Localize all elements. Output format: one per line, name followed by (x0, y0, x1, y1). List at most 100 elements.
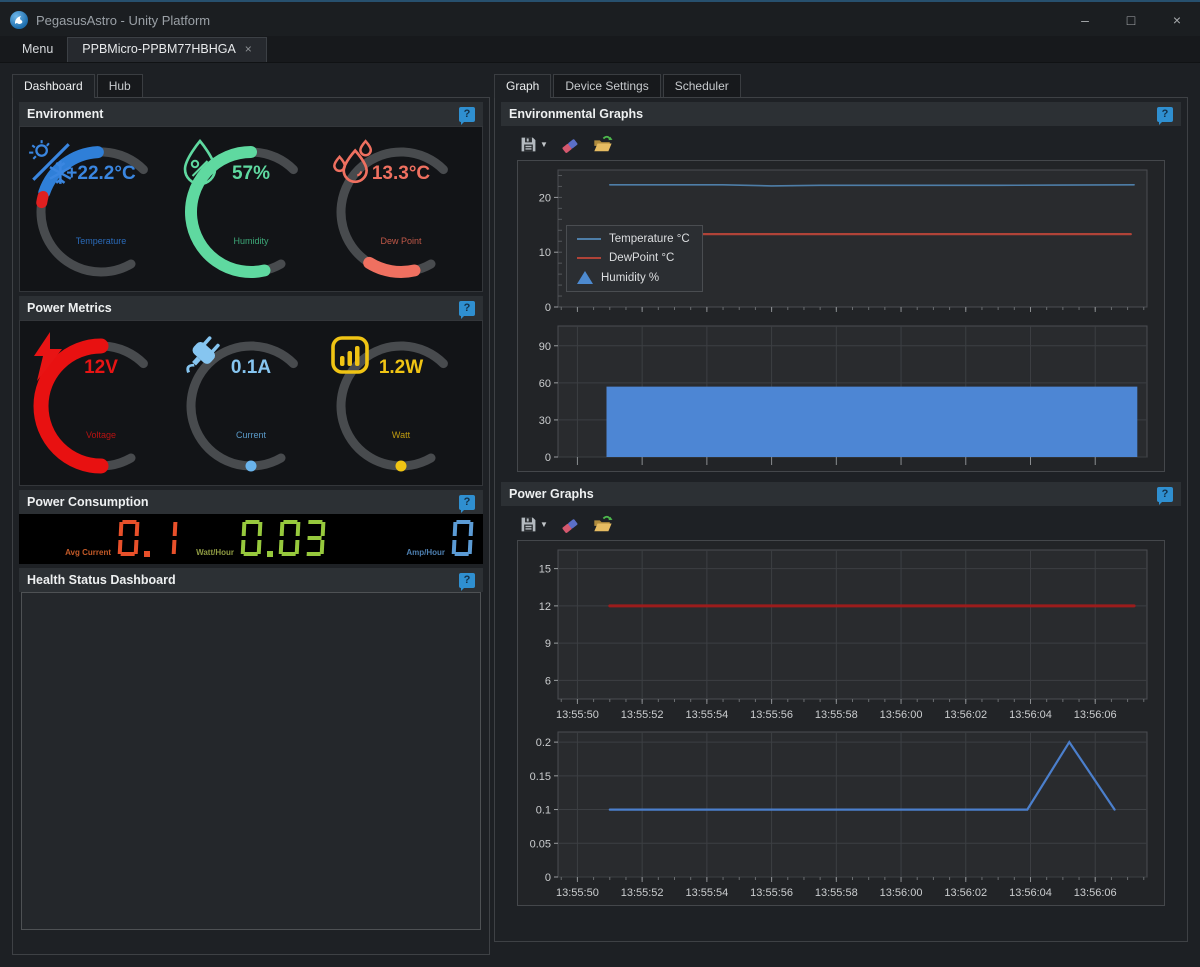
help-icon[interactable]: ? (1157, 487, 1173, 502)
power-charts-frame: 69121513:55:5013:55:5213:55:5413:55:5613… (517, 540, 1165, 906)
environmental-graphs-header: Environmental Graphs ? (501, 102, 1181, 126)
svg-text:13:56:00: 13:56:00 (880, 709, 923, 721)
tab-device[interactable]: PPBMicro-PPBM77HBHGA × (67, 37, 267, 62)
svg-text:0.05: 0.05 (530, 838, 551, 850)
environment-header: Environment ? (19, 102, 483, 126)
svg-text:13:56:04: 13:56:04 (1009, 709, 1052, 721)
power-metrics-title: Power Metrics (27, 301, 112, 315)
tab-scheduler[interactable]: Scheduler (663, 74, 741, 98)
save-icon[interactable]: ▼ (519, 135, 548, 154)
power-consumption-title: Power Consumption (27, 495, 149, 509)
readout-watt-hour: Watt/Hour (177, 520, 325, 558)
series-humidity- (607, 387, 1138, 457)
health-status-header: Health Status Dashboard ? (19, 568, 483, 592)
gauge-dewpoint-label: Dew Point (380, 236, 421, 246)
tab-dashboard[interactable]: Dashboard (12, 74, 95, 98)
maximize-button[interactable]: □ (1108, 4, 1154, 36)
dashboard-panel: Environment ? +22.2°C Temperature 57% Hum… (12, 97, 490, 955)
environmental-charts-frame: 01020Temperature °CDewPoint °CHumidity %… (517, 160, 1165, 472)
gauge-humidity-label: Humidity (233, 236, 268, 246)
app-window: PegasusAstro - Unity Platform – □ × Menu… (0, 0, 1200, 965)
save-icon[interactable]: ▼ (519, 515, 548, 534)
legend-item: Temperature °C (577, 233, 690, 245)
svg-text:13:56:06: 13:56:06 (1074, 887, 1117, 899)
tab-graph[interactable]: Graph (494, 74, 551, 98)
health-status-title: Health Status Dashboard (27, 573, 176, 587)
line-swatch-icon (577, 257, 601, 259)
gauge-temperature: +22.2°C Temperature (26, 137, 176, 287)
help-icon[interactable]: ? (459, 107, 475, 122)
legend-label: Temperature °C (609, 233, 690, 245)
minimize-button[interactable]: – (1062, 4, 1108, 36)
svg-text:13:56:00: 13:56:00 (880, 887, 923, 899)
graph-panel: Environmental Graphs ? ▼ 01020Temperatur… (494, 97, 1188, 942)
tab-close-icon[interactable]: × (245, 43, 252, 55)
power-metrics-gauges: 12V Voltage 0.1A Current 1.2W Watt (20, 321, 482, 485)
gauge-current: 0.1A Current (176, 331, 326, 481)
readout-amp-hour-value (452, 520, 473, 558)
main-tab-bar: Menu PPBMicro-PPBM77HBHGA × (0, 36, 1200, 63)
tab-hub[interactable]: Hub (97, 74, 143, 98)
chart-legend: Temperature °C DewPoint °C Humidity % (566, 225, 703, 292)
gauge-voltage-label: Voltage (86, 430, 116, 440)
svg-text:13:55:50: 13:55:50 (556, 709, 599, 721)
tab-device-settings[interactable]: Device Settings (553, 74, 660, 98)
left-panel-tabs: Dashboard Hub (12, 74, 145, 98)
svg-text:0.15: 0.15 (530, 771, 551, 783)
legend-item: DewPoint °C (577, 252, 690, 264)
svg-text:13:56:06: 13:56:06 (1074, 709, 1117, 721)
power-graphs-header: Power Graphs ? (501, 482, 1181, 506)
help-icon[interactable]: ? (459, 301, 475, 316)
svg-text:13:55:58: 13:55:58 (815, 709, 858, 721)
tab-menu[interactable]: Menu (8, 38, 67, 62)
power-metrics-header: Power Metrics ? (19, 296, 483, 320)
svg-text:13:55:52: 13:55:52 (621, 709, 664, 721)
svg-text:13:55:52: 13:55:52 (621, 887, 664, 899)
gauge-current-label: Current (236, 430, 266, 440)
erase-icon[interactable] (560, 514, 580, 534)
svg-text:15: 15 (539, 564, 551, 576)
environmental-graphs-title: Environmental Graphs (509, 107, 643, 121)
readout-amp-hour-label: Amp/Hour (406, 548, 445, 558)
chart-current: 00.050.10.150.213:55:5013:55:5213:55:541… (520, 725, 1156, 903)
readout-avg-current: Avg Current (29, 520, 177, 558)
gauge-current-value: 0.1A (231, 357, 271, 379)
chart-svg-env-humidity: 0306090 (520, 319, 1156, 469)
gauge-temperature-value: +22.2°C (66, 163, 135, 185)
open-file-icon[interactable] (592, 134, 613, 154)
gauge-watt-label: Watt (392, 430, 410, 440)
svg-text:12: 12 (539, 601, 551, 613)
help-icon[interactable]: ? (459, 495, 475, 510)
chart-svg-power-voltage: 69121513:55:5013:55:5213:55:5413:55:5613… (520, 543, 1156, 725)
gauge-humidity-value: 57% (232, 163, 270, 185)
legend-label: Humidity % (601, 272, 659, 284)
power-consumption-display: Avg Current Watt/Hour Amp/Hour (19, 514, 483, 564)
help-icon[interactable]: ? (1157, 107, 1173, 122)
svg-text:90: 90 (539, 341, 551, 353)
power-graphs-toolbar: ▼ (517, 506, 1165, 540)
environmental-graphs-toolbar: ▼ (517, 126, 1165, 160)
titlebar: PegasusAstro - Unity Platform – □ × (0, 4, 1200, 36)
readout-watt-hour-value (241, 520, 325, 558)
svg-text:13:55:50: 13:55:50 (556, 887, 599, 899)
power-graphs-title: Power Graphs (509, 487, 594, 501)
readout-avg-current-value (118, 520, 177, 558)
gauge-watt-value: 1.2W (379, 357, 423, 379)
svg-text:13:56:02: 13:56:02 (944, 709, 987, 721)
gauge-temperature-label: Temperature (76, 236, 127, 246)
svg-text:13:55:54: 13:55:54 (685, 887, 728, 899)
readout-amp-hour: Amp/Hour (325, 520, 473, 558)
chart-voltage: 69121513:55:5013:55:5213:55:5413:55:5613… (520, 543, 1156, 725)
svg-text:6: 6 (545, 675, 551, 687)
chart-temperature-dewpoint: 01020Temperature °CDewPoint °CHumidity % (520, 163, 1156, 319)
open-file-icon[interactable] (592, 514, 613, 534)
section-power-consumption: Power Consumption ? Avg Current Watt/Hou… (19, 490, 483, 564)
svg-text:60: 60 (539, 378, 551, 390)
erase-icon[interactable] (560, 134, 580, 154)
svg-text:13:56:04: 13:56:04 (1009, 887, 1052, 899)
section-power-graphs: Power Graphs ? ▼ 69121513:55:5013:55:521… (501, 482, 1181, 906)
gauge-dewpoint-value: 13.3°C (372, 163, 430, 185)
gauge-voltage-value: 12V (84, 357, 118, 379)
close-button[interactable]: × (1154, 4, 1200, 36)
help-icon[interactable]: ? (459, 573, 475, 588)
